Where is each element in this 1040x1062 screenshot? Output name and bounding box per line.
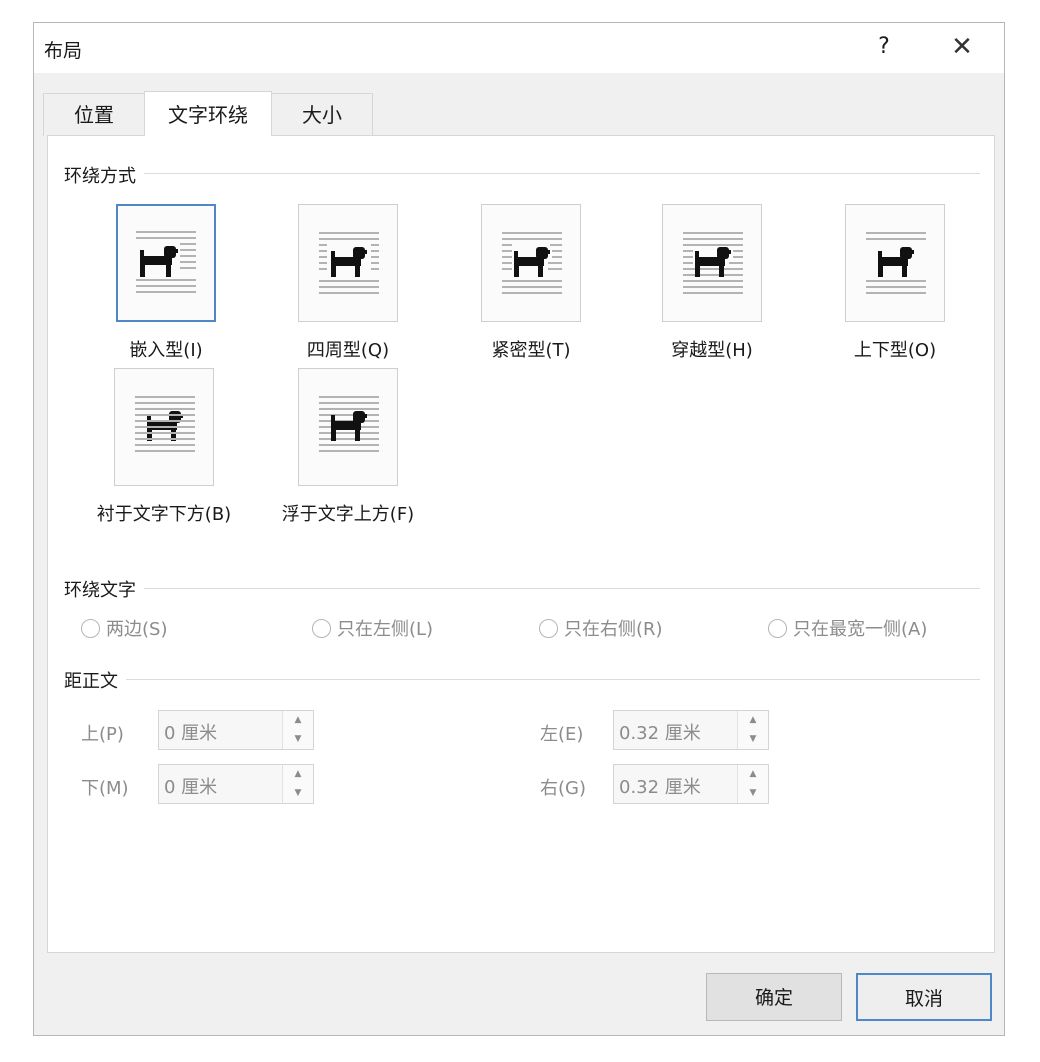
dialog-title: 布局 <box>44 40 83 62</box>
title-bar: 布局 ? ✕ <box>34 23 1004 73</box>
radio-left-only[interactable]: 只在左侧(L) <box>312 615 433 641</box>
spinner-arrows: ▲ ▼ <box>737 711 768 749</box>
spin-down-icon[interactable]: ▼ <box>738 784 768 803</box>
layout-dialog: 布局 ? ✕ 位置 文字环绕 大小 环绕方式 嵌入型(I) 四周型(Q) 紧密型… <box>33 22 1005 1036</box>
top-bottom-wrap-icon <box>845 204 945 322</box>
spinner-arrows: ▲ ▼ <box>282 765 313 803</box>
distance-top-spinner[interactable]: 0 厘米 ▲ ▼ <box>158 710 314 750</box>
inline-icon <box>116 204 216 322</box>
spin-up-icon[interactable]: ▲ <box>738 765 768 784</box>
radio-circle-icon <box>312 619 331 638</box>
wrap-option-in-front-of-text[interactable]: 浮于文字上方(F) <box>282 368 414 538</box>
spin-up-icon[interactable]: ▲ <box>283 711 313 730</box>
radio-label: 只在左侧(L) <box>337 619 434 640</box>
wrap-option-label: 嵌入型(I) <box>129 340 203 361</box>
wrap-option-label: 浮于文字上方(F) <box>281 504 415 525</box>
distance-bottom-label: 下(M) <box>81 778 129 799</box>
wrap-option-square[interactable]: 四周型(Q) <box>288 204 408 374</box>
section-divider <box>64 173 980 174</box>
radio-both-sides[interactable]: 两边(S) <box>81 615 167 641</box>
help-button[interactable]: ? <box>864 29 904 65</box>
tab-position[interactable]: 位置 <box>43 93 145 136</box>
wrap-option-label: 四周型(Q) <box>306 340 390 361</box>
distance-right-label: 右(G) <box>540 778 586 799</box>
distance-right-spinner[interactable]: 0.32 厘米 ▲ ▼ <box>613 764 769 804</box>
spin-down-icon[interactable]: ▼ <box>283 784 313 803</box>
distance-left-label: 左(E) <box>540 724 584 745</box>
tight-wrap-icon <box>481 204 581 322</box>
spinner-arrows: ▲ ▼ <box>282 711 313 749</box>
close-button[interactable]: ✕ <box>939 29 985 65</box>
distance-title: 距正文 <box>64 667 126 693</box>
spinner-value: 0.32 厘米 <box>619 777 701 798</box>
behind-text-icon <box>114 368 214 486</box>
tab-text-wrapping[interactable]: 文字环绕 <box>144 91 272 136</box>
section-divider <box>64 588 980 589</box>
wrap-option-label: 上下型(O) <box>853 340 937 361</box>
square-wrap-icon <box>298 204 398 322</box>
spin-down-icon[interactable]: ▼ <box>738 730 768 749</box>
section-divider <box>64 679 980 680</box>
radio-label: 只在右侧(R) <box>564 619 663 640</box>
wrap-option-label: 衬于文字下方(B) <box>96 504 232 525</box>
spinner-arrows: ▲ ▼ <box>737 765 768 803</box>
radio-label: 只在最宽一侧(A) <box>793 619 928 640</box>
wrap-option-label: 紧密型(T) <box>491 340 571 361</box>
wrap-option-label: 穿越型(H) <box>671 340 753 361</box>
spinner-value: 0 厘米 <box>164 777 218 798</box>
distance-bottom-spinner[interactable]: 0 厘米 ▲ ▼ <box>158 764 314 804</box>
wrap-option-through[interactable]: 穿越型(H) <box>652 204 772 374</box>
radio-circle-icon <box>768 619 787 638</box>
radio-circle-icon <box>81 619 100 638</box>
radio-circle-icon <box>539 619 558 638</box>
wrap-option-tight[interactable]: 紧密型(T) <box>471 204 591 374</box>
spinner-value: 0.32 厘米 <box>619 723 701 744</box>
text-wrapping-panel: 环绕方式 嵌入型(I) 四周型(Q) 紧密型(T) 穿越型(H) 上下型(O) … <box>47 135 995 953</box>
wrap-style-title: 环绕方式 <box>64 162 144 188</box>
spin-down-icon[interactable]: ▼ <box>283 730 313 749</box>
tab-size[interactable]: 大小 <box>271 93 373 136</box>
radio-largest-side[interactable]: 只在最宽一侧(A) <box>768 615 927 641</box>
ok-button[interactable]: 确定 <box>706 973 842 1021</box>
spin-up-icon[interactable]: ▲ <box>283 765 313 784</box>
spinner-value: 0 厘米 <box>164 723 218 744</box>
wrap-option-behind-text[interactable]: 衬于文字下方(B) <box>97 368 231 538</box>
wrap-option-inline[interactable]: 嵌入型(I) <box>106 204 226 374</box>
cancel-button[interactable]: 取消 <box>856 973 992 1021</box>
distance-left-spinner[interactable]: 0.32 厘米 ▲ ▼ <box>613 710 769 750</box>
wrap-text-title: 环绕文字 <box>64 576 144 602</box>
radio-right-only[interactable]: 只在右侧(R) <box>539 615 663 641</box>
distance-top-label: 上(P) <box>81 724 124 745</box>
spin-up-icon[interactable]: ▲ <box>738 711 768 730</box>
wrap-option-top-bottom[interactable]: 上下型(O) <box>835 204 955 374</box>
radio-label: 两边(S) <box>106 619 168 640</box>
in-front-of-text-icon <box>298 368 398 486</box>
through-wrap-icon <box>662 204 762 322</box>
